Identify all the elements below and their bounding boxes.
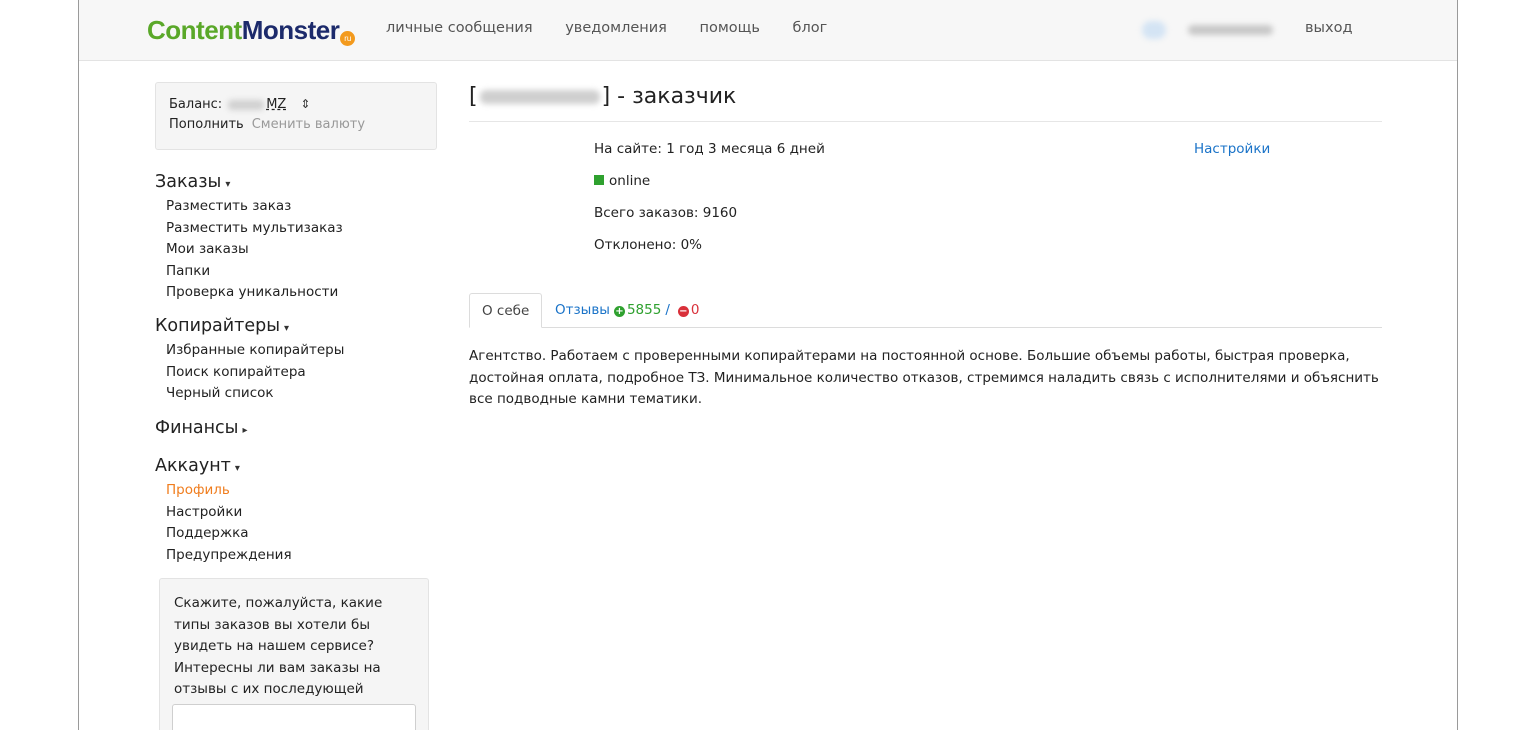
profile-settings-link[interactable]: Настройки bbox=[1194, 141, 1270, 157]
browser-frame: ContentMonster ru личные сообщения уведом… bbox=[78, 0, 1458, 730]
caret-down-icon: ▾ bbox=[234, 463, 240, 474]
about-description: Агентство. Работаем с проверенными копир… bbox=[469, 348, 1379, 407]
user-menu[interactable] bbox=[1142, 20, 1273, 40]
sidebar-item-my-orders[interactable]: Мои заказы bbox=[155, 239, 343, 261]
online-status-label: online bbox=[609, 173, 651, 189]
sidebar-item-warnings[interactable]: Предупреждения bbox=[155, 545, 292, 567]
logo-ru-badge: ru bbox=[340, 31, 356, 46]
sidebar-item-uniqueness-check[interactable]: Проверка уникальности bbox=[155, 282, 343, 304]
tab-reviews-label: Отзывы bbox=[555, 302, 610, 318]
balance-panel: Баланс: MZ ⇕ Пополнить Сменить валюту bbox=[155, 82, 437, 150]
online-indicator-icon bbox=[594, 175, 604, 185]
sidebar-account-title: Аккаунт bbox=[155, 456, 231, 476]
sidebar-item-support[interactable]: Поддержка bbox=[155, 523, 292, 545]
swap-icon[interactable]: ⇕ bbox=[300, 97, 310, 111]
on-site-duration: На сайте: 1 год 3 месяца 6 дней bbox=[594, 141, 825, 157]
rejected-rate: Отклонено: 0% bbox=[594, 237, 703, 253]
reviews-separator: / bbox=[665, 302, 670, 318]
sidebar-orders-title: Заказы bbox=[155, 172, 222, 192]
sidebar-copywriters-section: Копирайтеры ▾ Избранные копирайтеры Поиск… bbox=[155, 316, 344, 405]
positive-reviews-count: 5855 bbox=[626, 302, 662, 318]
sidebar-finance-section: Финансы ▸ bbox=[155, 418, 248, 438]
balance-currency[interactable]: MZ bbox=[266, 97, 286, 112]
topup-link[interactable]: Пополнить bbox=[169, 117, 244, 132]
sidebar-item-favorite-copywriters[interactable]: Избранные копирайтеры bbox=[155, 340, 344, 362]
sidebar-orders-heading[interactable]: Заказы ▾ bbox=[155, 172, 343, 192]
sidebar-item-settings[interactable]: Настройки bbox=[155, 502, 292, 524]
site-logo[interactable]: ContentMonster ru bbox=[147, 15, 356, 46]
top-navbar: ContentMonster ru личные сообщения уведом… bbox=[79, 0, 1457, 61]
sidebar-item-blacklist[interactable]: Черный список bbox=[155, 383, 344, 405]
logo-text-content: Content bbox=[147, 15, 242, 45]
username-blurred bbox=[479, 90, 600, 104]
main-nav: личные сообщения уведомления помощь блог bbox=[386, 20, 855, 36]
page-title: [ ] - заказчик bbox=[469, 84, 736, 109]
logo-text-monster: Monster bbox=[241, 15, 340, 45]
survey-question: Скажите, пожалуйста, какие типы заказов … bbox=[174, 595, 383, 719]
survey-panel: Скажите, пожалуйста, какие типы заказов … bbox=[159, 578, 429, 730]
tab-about[interactable]: О себе bbox=[469, 293, 543, 328]
sidebar-item-find-copywriter[interactable]: Поиск копирайтера bbox=[155, 362, 344, 384]
sidebar-account-heading[interactable]: Аккаунт ▾ bbox=[155, 456, 292, 476]
balance-label: Баланс: bbox=[169, 97, 223, 112]
title-bracket-open: [ bbox=[469, 84, 478, 109]
nav-notifications[interactable]: уведомления bbox=[565, 20, 667, 36]
sidebar-orders-section: Заказы ▾ Разместить заказ Разместить муль… bbox=[155, 172, 343, 304]
caret-down-icon: ▾ bbox=[225, 179, 231, 190]
sidebar-finance-heading[interactable]: Финансы ▸ bbox=[155, 418, 248, 438]
sidebar-item-place-multiorder[interactable]: Разместить мультизаказ bbox=[155, 218, 343, 240]
nav-messages[interactable]: личные сообщения bbox=[386, 20, 533, 36]
caret-down-icon: ▾ bbox=[284, 323, 290, 334]
survey-answer-input[interactable] bbox=[172, 704, 416, 730]
negative-reviews-count: 0 bbox=[690, 302, 700, 318]
sidebar-item-profile[interactable]: Профиль bbox=[155, 480, 292, 502]
sidebar-account-section: Аккаунт ▾ Профиль Настройки Поддержка Пре… bbox=[155, 456, 292, 566]
nav-blog[interactable]: блог bbox=[793, 20, 828, 36]
online-status: online bbox=[594, 173, 650, 189]
tab-reviews[interactable]: Отзывы +5855/−0 bbox=[543, 293, 711, 327]
sidebar-item-place-order[interactable]: Разместить заказ bbox=[155, 196, 343, 218]
sidebar-copywriters-title: Копирайтеры bbox=[155, 316, 281, 336]
total-orders: Всего заказов: 9160 bbox=[594, 205, 738, 221]
change-currency-link[interactable]: Сменить валюту bbox=[252, 117, 365, 132]
sidebar-finance-title: Финансы bbox=[155, 418, 239, 438]
title-divider bbox=[469, 121, 1382, 122]
minus-circle-icon: − bbox=[677, 306, 689, 317]
plus-circle-icon: + bbox=[613, 306, 625, 317]
logout-link[interactable]: выход bbox=[1305, 20, 1352, 36]
username-blurred bbox=[1188, 25, 1273, 35]
sidebar-copywriters-heading[interactable]: Копирайтеры ▾ bbox=[155, 316, 344, 336]
sidebar-item-folders[interactable]: Папки bbox=[155, 261, 343, 283]
balance-amount-blurred bbox=[228, 99, 265, 110]
caret-right-icon: ▸ bbox=[242, 425, 248, 436]
nav-help[interactable]: помощь bbox=[700, 20, 760, 36]
title-role: ] - заказчик bbox=[601, 84, 737, 109]
profile-tabs: О себе Отзывы +5855/−0 bbox=[469, 293, 1382, 328]
avatar bbox=[1142, 21, 1166, 39]
